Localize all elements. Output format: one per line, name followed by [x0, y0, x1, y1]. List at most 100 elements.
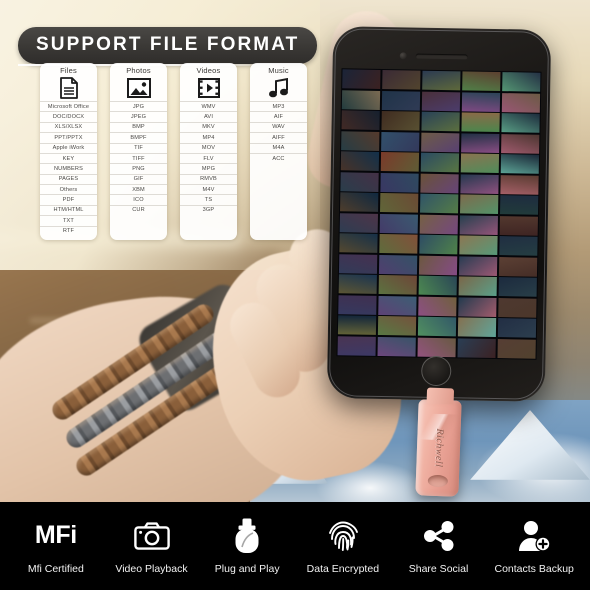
gallery-thumbnail[interactable]: [457, 338, 496, 359]
format-extension-item: 3GP: [180, 204, 237, 215]
gallery-thumbnail[interactable]: [340, 171, 380, 192]
gallery-thumbnail[interactable]: [337, 315, 377, 336]
format-extension-item: BMPF: [110, 132, 167, 142]
gallery-thumbnail[interactable]: [500, 154, 540, 174]
format-extension-item: RMVB: [180, 173, 237, 184]
format-extension-item: Microsoft Office: [40, 101, 97, 111]
gallery-thumbnail[interactable]: [419, 193, 459, 214]
feature-contacts-backup[interactable]: Contacts Backup: [486, 518, 582, 575]
gallery-thumbnail[interactable]: [501, 92, 541, 113]
gallery-thumbnail[interactable]: [499, 174, 539, 195]
gallery-thumbnail[interactable]: [460, 132, 500, 153]
gallery-thumbnail[interactable]: [418, 275, 458, 296]
gallery-thumbnail[interactable]: [421, 91, 461, 111]
gallery-thumbnail[interactable]: [498, 236, 538, 257]
camera-icon: [133, 518, 170, 554]
gallery-thumbnail[interactable]: [458, 256, 498, 276]
fingerprint-icon: [327, 518, 359, 554]
format-card-title: Music: [268, 66, 289, 75]
gallery-thumbnail[interactable]: [500, 133, 540, 154]
gallery-thumbnail[interactable]: [421, 70, 461, 91]
gallery-thumbnail[interactable]: [341, 110, 381, 131]
gallery-thumbnail[interactable]: [420, 152, 460, 173]
gallery-thumbnail[interactable]: [419, 234, 458, 255]
mfi-wordmark: MFi: [34, 521, 77, 549]
gallery-thumbnail[interactable]: [461, 91, 501, 112]
format-extension-item: PPT/PPTX: [40, 132, 97, 142]
gallery-thumbnail[interactable]: [418, 296, 457, 317]
format-card-files: Files Microsoft Office DOC/DOCX XLS/XLSX PPT…: [40, 63, 97, 240]
gallery-thumbnail[interactable]: [379, 234, 418, 254]
image-icon: [126, 77, 151, 99]
format-extension-item: KEY: [40, 152, 97, 163]
gallery-thumbnail[interactable]: [378, 254, 418, 275]
gallery-thumbnail[interactable]: [377, 316, 417, 337]
gallery-thumbnail[interactable]: [341, 89, 381, 110]
gallery-thumbnail[interactable]: [501, 72, 541, 92]
gallery-thumbnail[interactable]: [497, 318, 537, 339]
format-extension-item: PAGES: [40, 173, 97, 184]
gallery-thumbnail[interactable]: [341, 130, 380, 151]
gallery-thumbnail[interactable]: [339, 233, 379, 254]
feature-data-encrypted[interactable]: Data Encrypted: [295, 518, 391, 575]
gallery-thumbnail[interactable]: [498, 256, 538, 277]
gallery-thumbnail[interactable]: [338, 274, 378, 295]
gallery-thumbnail[interactable]: [340, 151, 380, 172]
format-extension-item: FLV: [180, 152, 237, 163]
gallery-thumbnail[interactable]: [340, 192, 379, 213]
gallery-thumbnail[interactable]: [378, 275, 418, 295]
gallery-thumbnail[interactable]: [460, 174, 499, 194]
gallery-thumbnail[interactable]: [499, 215, 538, 236]
format-card-title: Photos: [126, 66, 151, 75]
page-title: SUPPORT FILE FORMAT: [36, 34, 300, 55]
gallery-thumbnail[interactable]: [380, 152, 420, 172]
format-extension-item: DOC/DOCX: [40, 111, 97, 121]
gallery-thumbnail[interactable]: [459, 194, 499, 215]
gallery-thumbnail[interactable]: [378, 295, 417, 316]
phone-screen-gallery[interactable]: [336, 68, 542, 360]
gallery-thumbnail[interactable]: [497, 297, 537, 318]
format-extension-list: JPG JPEG BMP BMPF TIF TIFF PNG GIF XBM ICO CUR: [110, 101, 167, 215]
gallery-thumbnail[interactable]: [457, 297, 497, 317]
gallery-thumbnail[interactable]: [461, 71, 501, 92]
gallery-thumbnail[interactable]: [382, 69, 421, 90]
gallery-thumbnail[interactable]: [501, 113, 540, 133]
gallery-thumbnail[interactable]: [457, 317, 497, 338]
feature-plug-and-play[interactable]: Plug and Play: [199, 518, 295, 575]
gallery-thumbnail[interactable]: [379, 213, 419, 234]
feature-label: Plug and Play: [214, 562, 280, 575]
feature-mfi-certified[interactable]: MFi Mfi Certified: [8, 518, 104, 575]
feature-video-playback[interactable]: Video Playback: [104, 518, 200, 575]
gallery-thumbnail[interactable]: [459, 215, 499, 235]
drive-lanyard-hole: [427, 474, 448, 488]
gallery-thumbnail[interactable]: [420, 173, 459, 194]
gallery-thumbnail[interactable]: [377, 336, 417, 357]
gallery-thumbnail[interactable]: [421, 111, 460, 132]
gallery-thumbnail[interactable]: [417, 337, 457, 358]
format-extension-item: HTM/HTML: [40, 204, 97, 215]
gallery-thumbnail[interactable]: [380, 131, 420, 152]
gallery-thumbnail[interactable]: [381, 111, 421, 131]
gallery-thumbnail[interactable]: [420, 132, 460, 152]
format-extension-item: XLS/XLSX: [40, 121, 97, 132]
gallery-thumbnail[interactable]: [380, 172, 420, 193]
gallery-thumbnail[interactable]: [337, 336, 377, 356]
gallery-thumbnail[interactable]: [342, 69, 381, 89]
gallery-thumbnail[interactable]: [338, 295, 377, 315]
gallery-thumbnail[interactable]: [461, 112, 500, 133]
gallery-thumbnail[interactable]: [458, 235, 498, 256]
format-extension-item: CUR: [110, 204, 167, 215]
gallery-thumbnail[interactable]: [381, 90, 421, 111]
gallery-thumbnail[interactable]: [460, 153, 500, 174]
feature-share-social[interactable]: Share Social: [391, 518, 487, 575]
gallery-thumbnail[interactable]: [458, 276, 497, 297]
gallery-thumbnail[interactable]: [379, 193, 419, 213]
gallery-thumbnail[interactable]: [498, 277, 537, 298]
gallery-thumbnail[interactable]: [418, 255, 458, 276]
gallery-thumbnail[interactable]: [419, 214, 459, 235]
gallery-thumbnail[interactable]: [417, 317, 457, 337]
gallery-thumbnail[interactable]: [499, 195, 539, 215]
gallery-thumbnail[interactable]: [338, 254, 378, 274]
gallery-thumbnail[interactable]: [497, 338, 536, 359]
gallery-thumbnail[interactable]: [339, 212, 379, 233]
